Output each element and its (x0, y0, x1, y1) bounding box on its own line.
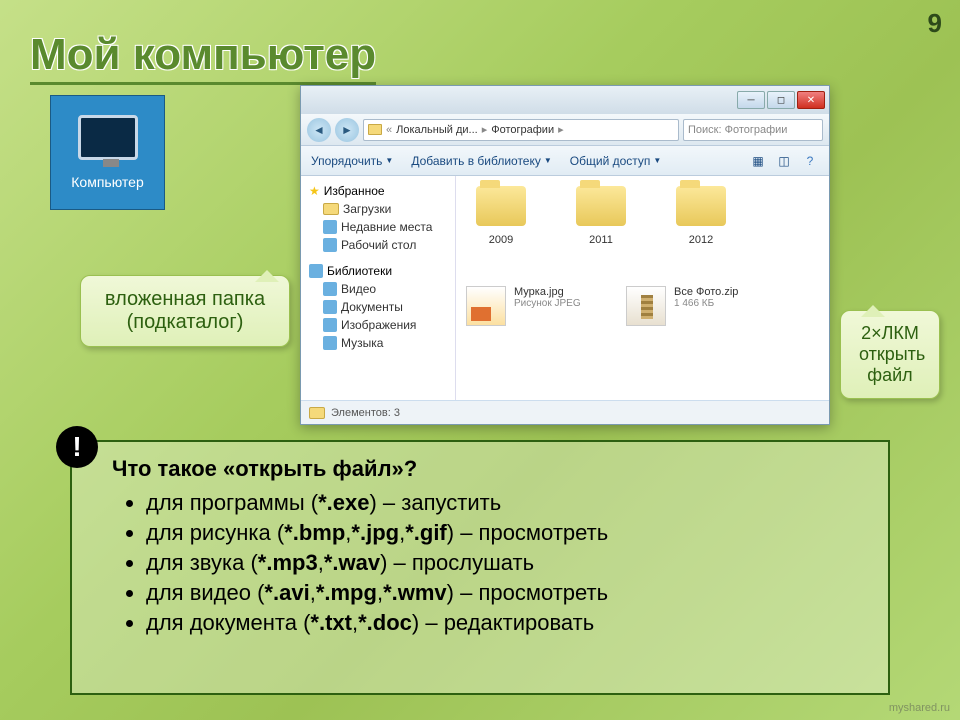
recent-icon (323, 220, 337, 234)
sidebar-libraries[interactable]: Библиотеки (305, 262, 451, 280)
info-bullet: для видео (*.avi,*.mpg,*.wmv) – просмотр… (146, 580, 864, 606)
back-button[interactable]: ◄ (307, 118, 331, 142)
breadcrumb-part: Локальный ди... (396, 124, 478, 136)
callout-doubleclick: 2×ЛКМ открыть файл (840, 310, 940, 399)
folder-icon (368, 124, 382, 135)
breadcrumb[interactable]: « Локальный ди... ▸ Фотографии ▸ (363, 119, 679, 141)
desktop-icon (323, 238, 337, 252)
organize-menu[interactable]: Упорядочить▼ (311, 154, 393, 168)
sidebar-music[interactable]: Музыка (305, 334, 451, 352)
folder-icon (323, 203, 339, 215)
folder-2012[interactable]: 2012 (666, 186, 736, 246)
view-icon[interactable]: ▦ (749, 152, 767, 170)
info-box: ! Что такое «открыть файл»? для программ… (70, 440, 890, 695)
documents-icon (323, 300, 337, 314)
computer-desktop-icon[interactable]: Компьютер (50, 95, 165, 210)
sidebar-video[interactable]: Видео (305, 280, 451, 298)
forward-button[interactable]: ► (335, 118, 359, 142)
help-icon[interactable]: ? (801, 152, 819, 170)
close-button[interactable]: ✕ (797, 91, 825, 109)
breadcrumb-part: Фотографии (491, 124, 554, 136)
folder-2011[interactable]: 2011 (566, 186, 636, 246)
zip-file-icon (626, 286, 666, 326)
add-to-library-menu[interactable]: Добавить в библиотеку▼ (411, 154, 551, 168)
preview-pane-icon[interactable]: ◫ (775, 152, 793, 170)
info-question: Что такое «открыть файл»? (112, 456, 864, 482)
image-file-icon (466, 286, 506, 326)
file-pane: 2009 2011 2012 Мурка.jpgРисунок JPEG Все… (456, 176, 829, 400)
watermark: myshared.ru (889, 702, 950, 714)
music-icon (323, 336, 337, 350)
status-text: Элементов: 3 (331, 407, 400, 419)
folder-icon (309, 407, 325, 419)
statusbar: Элементов: 3 (301, 400, 829, 424)
titlebar: ─ ◻ ✕ (301, 86, 829, 114)
share-menu[interactable]: Общий доступ▼ (570, 154, 662, 168)
minimize-button[interactable]: ─ (737, 91, 765, 109)
exclamation-icon: ! (56, 426, 98, 468)
toolbar: Упорядочить▼ Добавить в библиотеку▼ Общи… (301, 146, 829, 176)
sidebar-documents[interactable]: Документы (305, 298, 451, 316)
video-icon (323, 282, 337, 296)
sidebar: ★Избранное Загрузки Недавние места Рабоч… (301, 176, 456, 400)
folder-icon (576, 186, 626, 226)
info-bullet: для программы (*.exe) – запустить (146, 490, 864, 516)
pictures-icon (323, 318, 337, 332)
sidebar-pictures[interactable]: Изображения (305, 316, 451, 334)
star-icon: ★ (309, 184, 320, 198)
folder-icon (476, 186, 526, 226)
sidebar-recent[interactable]: Недавние места (305, 218, 451, 236)
navbar: ◄ ► « Локальный ди... ▸ Фотографии ▸ Пои… (301, 114, 829, 146)
sidebar-desktop[interactable]: Рабочий стол (305, 236, 451, 254)
library-icon (309, 264, 323, 278)
folder-2009[interactable]: 2009 (466, 186, 536, 246)
info-bullet: для звука (*.mp3,*.wav) – прослушать (146, 550, 864, 576)
file-image[interactable]: Мурка.jpgРисунок JPEG (466, 286, 596, 326)
info-bullet: для рисунка (*.bmp,*.jpg,*.gif) – просмо… (146, 520, 864, 546)
page-number: 9 (928, 8, 942, 39)
search-input[interactable]: Поиск: Фотографии (683, 119, 823, 141)
sidebar-downloads[interactable]: Загрузки (305, 200, 451, 218)
monitor-icon (78, 115, 138, 160)
explorer-window: ─ ◻ ✕ ◄ ► « Локальный ди... ▸ Фотографии… (300, 85, 830, 425)
info-bullet: для документа (*.txt,*.doc) – редактиров… (146, 610, 864, 636)
maximize-button[interactable]: ◻ (767, 91, 795, 109)
folder-icon (676, 186, 726, 226)
callout-subfolder: вложенная папка (подкаталог) (80, 275, 290, 347)
slide-title: Мой компьютер (30, 30, 376, 85)
file-zip[interactable]: Все Фото.zip1 466 КБ (626, 286, 756, 326)
computer-label: Компьютер (71, 174, 143, 190)
sidebar-favorites[interactable]: ★Избранное (305, 182, 451, 200)
